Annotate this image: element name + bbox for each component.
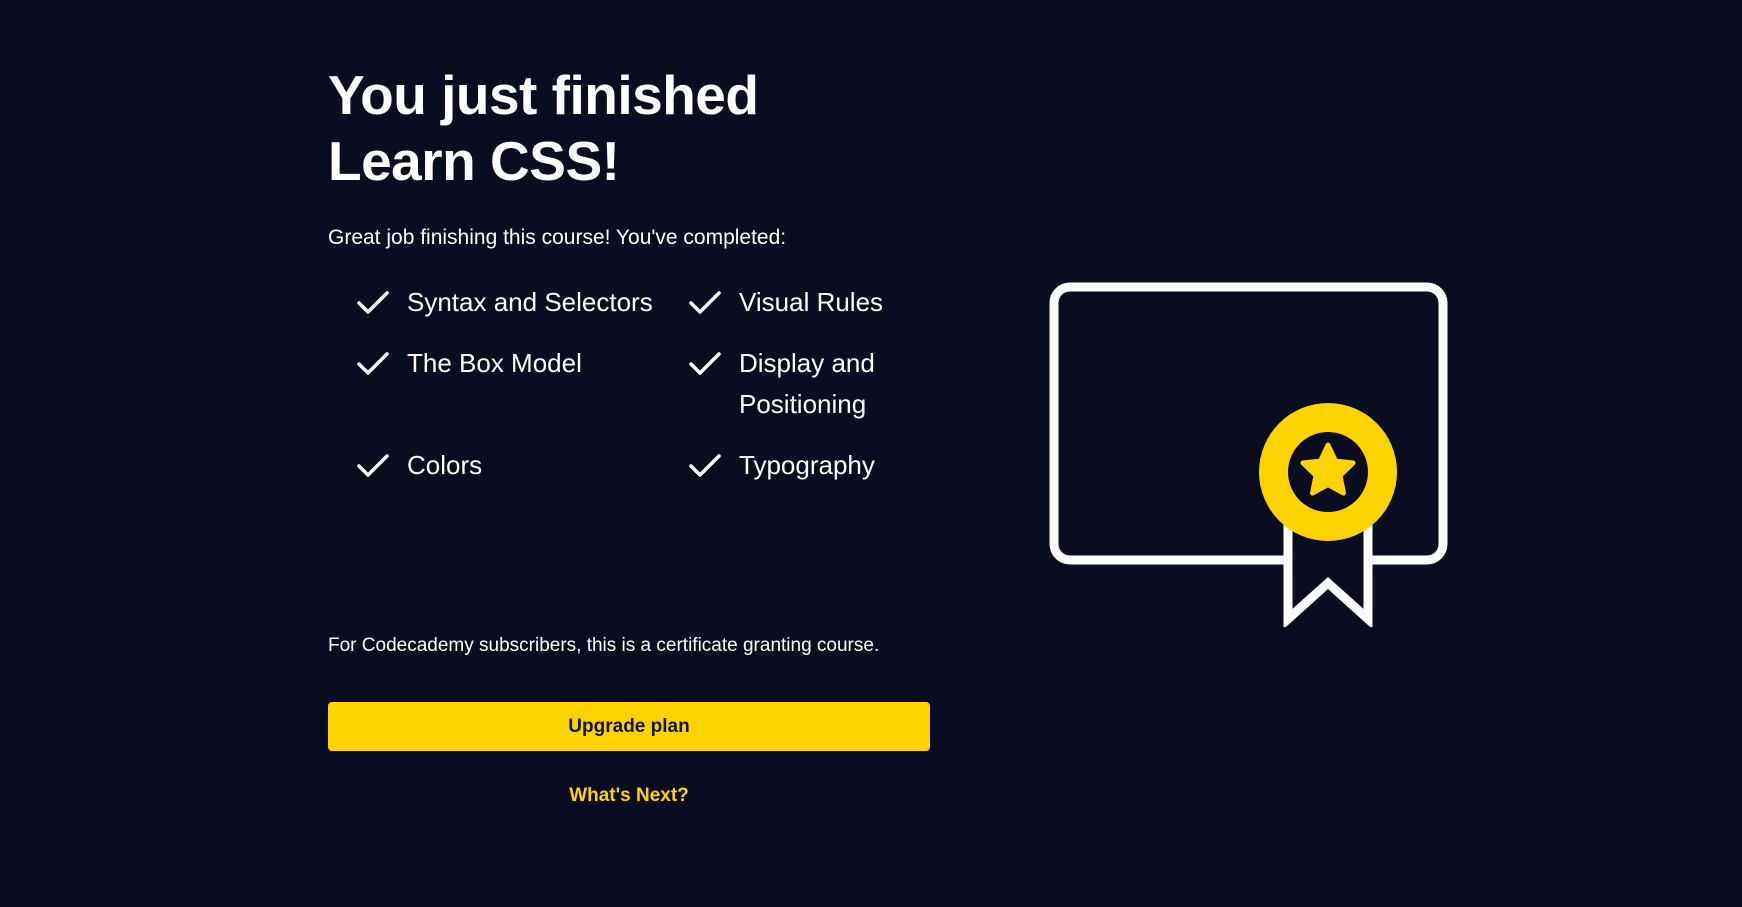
completed-lesson-item: Syntax and Selectors bbox=[357, 282, 689, 323]
completed-lesson-label: Colors bbox=[407, 450, 483, 480]
completion-subtitle: Great job finishing this course! You've … bbox=[328, 226, 787, 249]
completed-lesson-item: Colors bbox=[357, 445, 689, 486]
completed-lesson-item: The Box Model bbox=[357, 343, 689, 425]
certificate-icon bbox=[1049, 282, 1448, 627]
page-title-line-2: Learn CSS! bbox=[328, 130, 620, 192]
completed-lesson-label: Visual Rules bbox=[739, 287, 884, 317]
upgrade-plan-button[interactable]: Upgrade plan bbox=[328, 702, 930, 751]
completed-lesson-item: Visual Rules bbox=[689, 282, 949, 323]
completed-lesson-label: Syntax and Selectors bbox=[407, 287, 653, 317]
check-icon bbox=[689, 343, 723, 384]
check-icon bbox=[689, 445, 723, 486]
course-complete-page: You just finished Learn CSS! Great job f… bbox=[0, 0, 1742, 907]
completion-panel: You just finished Learn CSS! Great job f… bbox=[328, 62, 932, 486]
page-title: You just finished Learn CSS! bbox=[328, 62, 932, 194]
certificate-notice: For Codecademy subscribers, this is a ce… bbox=[328, 635, 880, 656]
completed-lesson-item: Typography bbox=[689, 445, 949, 486]
completed-lessons-list: Syntax and Selectors Visual Rules The Bo… bbox=[357, 282, 932, 486]
completed-lesson-label: Typography bbox=[739, 450, 875, 480]
certificate-frame bbox=[1049, 282, 1448, 565]
check-icon bbox=[357, 282, 391, 323]
check-icon bbox=[357, 445, 391, 486]
completed-lesson-item: Display and Positioning bbox=[689, 343, 949, 425]
completed-lesson-label: The Box Model bbox=[407, 348, 582, 378]
check-icon bbox=[689, 282, 723, 323]
whats-next-link[interactable]: What's Next? bbox=[328, 783, 930, 809]
check-icon bbox=[357, 343, 391, 384]
completed-lesson-label: Display and Positioning bbox=[739, 348, 875, 419]
page-title-line-1: You just finished bbox=[328, 64, 759, 126]
